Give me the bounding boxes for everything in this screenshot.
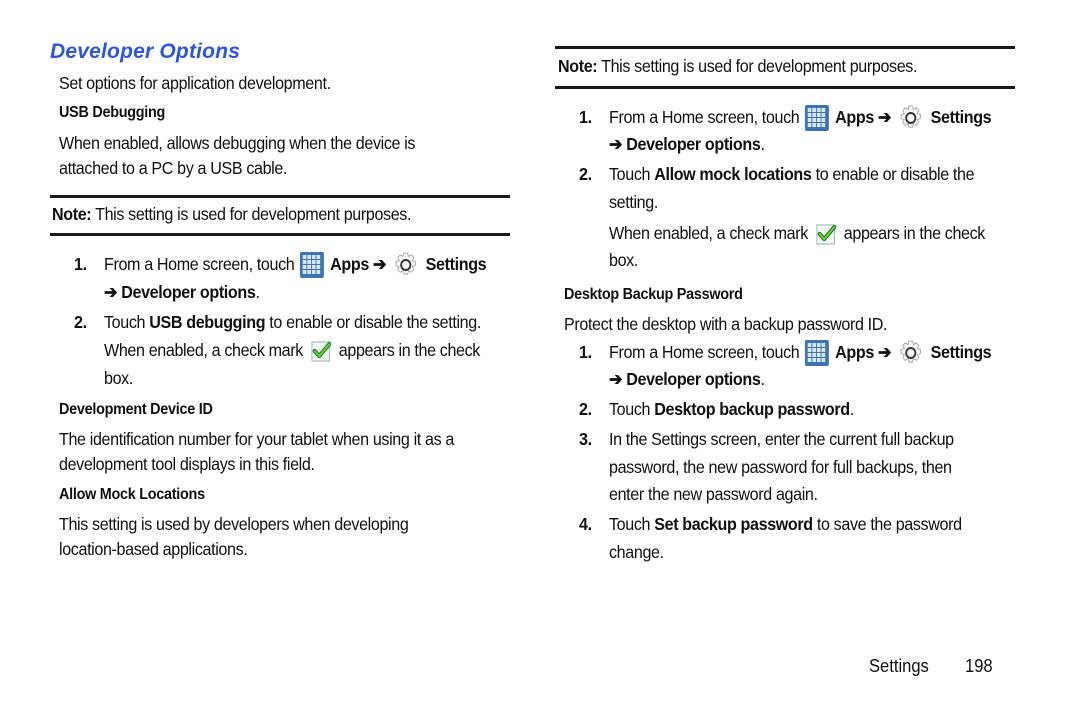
note: Note: This setting is used for developme… [52,204,411,225]
step-text: When enabled, a check mark [609,223,808,243]
step-text: appears in the check [338,340,481,360]
settings-gear-icon [900,340,922,363]
arrow-icon: ➔ [878,342,892,362]
arrow-icon: ➔ [609,369,623,389]
checkbox-checked-icon [816,224,836,245]
step-text: to enable or disable the setting. [265,312,481,332]
arrow-icon: ➔ [878,107,892,127]
apps-grid-icon [805,340,830,367]
mock-step-2-line3: When enabled, a check mark appears in th… [609,220,985,246]
step-text: appears in the check [843,223,986,243]
arrow-icon: ➔ [609,134,623,154]
settings-label: Settings [930,107,992,127]
developer-options-label: Developer options [626,134,761,154]
step-text: Touch [609,399,655,419]
usb-debugging-label: USB debugging [149,312,266,332]
backup-step-4: Touch Set backup password to save the pa… [609,514,962,535]
usb-desc-line2: attached to a PC by a USB cable. [59,158,288,178]
settings-gear-icon [395,252,417,275]
step-text: From a Home screen, touch [609,107,800,127]
step-number: 2. [579,399,592,419]
arrow-icon: ➔ [373,254,387,274]
period: . [255,282,260,302]
backup-password-heading: Desktop Backup Password [564,286,743,303]
set-backup-password-label: Set backup password [654,514,813,534]
step-text: to save the password [812,514,962,534]
page-number: 198 [965,656,993,676]
step-text: Touch [104,312,150,332]
note-text: This setting is used for development pur… [597,56,918,76]
backup-step-3-line2: password, the new password for full back… [609,457,952,477]
note-label: Note: [558,56,598,76]
backup-step-4-line2: change. [609,542,664,562]
apps-label: Apps [330,254,369,274]
step-text: Touch [609,164,655,184]
developer-options-label: Developer options [121,282,256,302]
device-id-line1: The identification number for your table… [59,429,454,449]
apps-label: Apps [835,107,874,127]
step-2: Touch USB debugging to enable or disable… [104,312,481,333]
mock-step-1: From a Home screen, touch Apps ➔ Setting… [609,103,992,132]
mock-step-2: Touch Allow mock locations to enable or … [609,164,975,185]
mock-step-2-line2: setting. [609,192,658,212]
note: Note: This setting is used for developme… [558,56,917,77]
period: . [760,134,765,154]
period: . [760,369,765,389]
apps-grid-icon [805,105,830,132]
mock-locations-heading: Allow Mock Locations [59,486,205,503]
settings-gear-icon [900,105,922,128]
step-text: From a Home screen, touch [104,254,295,274]
device-id-heading: Development Device ID [59,401,213,418]
desktop-backup-password-label: Desktop backup password [654,399,850,419]
note-label: Note: [52,204,92,224]
backup-step-2: Touch Desktop backup password. [609,399,854,420]
step-number: 1. [579,107,592,127]
mock-line1: This setting is used by developers when … [59,514,409,534]
step-2-line2: When enabled, a check mark appears in th… [104,337,480,363]
note-bottom-rule [50,233,510,236]
mock-line2: location-based applications. [59,539,248,559]
footer-section-name: Settings [869,656,929,676]
step-number: 1. [579,342,592,362]
step-text: Touch [609,514,655,534]
note-top-rule [50,195,510,198]
step-number: 2. [74,312,87,332]
mock-step-1-line2: ➔ Developer options. [609,134,765,155]
developer-options-label: Developer options [626,369,761,389]
step-number: 3. [579,429,592,449]
mock-step-2-line4: box. [609,250,638,270]
apps-grid-icon [300,252,325,279]
period: . [849,399,855,419]
backup-step-3-line3: enter the new password again. [609,484,818,504]
backup-step-3-line1: In the Settings screen, enter the curren… [609,429,954,449]
allow-mock-locations-label: Allow mock locations [654,164,812,184]
step-text: to enable or disable the [811,164,975,184]
step-1-line2: ➔ Developer options. [104,282,260,303]
section-title: Developer Options [50,40,241,63]
settings-label: Settings [930,342,992,362]
step-2-line3: box. [104,368,133,388]
apps-label: Apps [835,342,874,362]
arrow-icon: ➔ [104,282,118,302]
backup-step-1-line2: ➔ Developer options. [609,369,765,390]
step-1: From a Home screen, touch Apps ➔ Setting… [104,250,487,279]
usb-desc-line1: When enabled, allows debugging when the … [59,133,416,153]
note-top-rule [555,46,1015,49]
intro-text: Set options for application development. [59,73,331,93]
step-number: 4. [579,514,592,534]
step-number: 1. [74,254,87,274]
device-id-line2: development tool displays in this field. [59,454,315,474]
settings-label: Settings [425,254,487,274]
step-text: From a Home screen, touch [609,342,800,362]
backup-step-1: From a Home screen, touch Apps ➔ Setting… [609,338,992,367]
note-text: This setting is used for development pur… [91,204,412,224]
usb-debugging-heading: USB Debugging [59,104,166,121]
step-number: 2. [579,164,592,184]
step-text: When enabled, a check mark [104,340,303,360]
checkbox-checked-icon [311,341,331,362]
note-bottom-rule [555,86,1015,89]
backup-desc: Protect the desktop with a backup passwo… [564,314,888,334]
